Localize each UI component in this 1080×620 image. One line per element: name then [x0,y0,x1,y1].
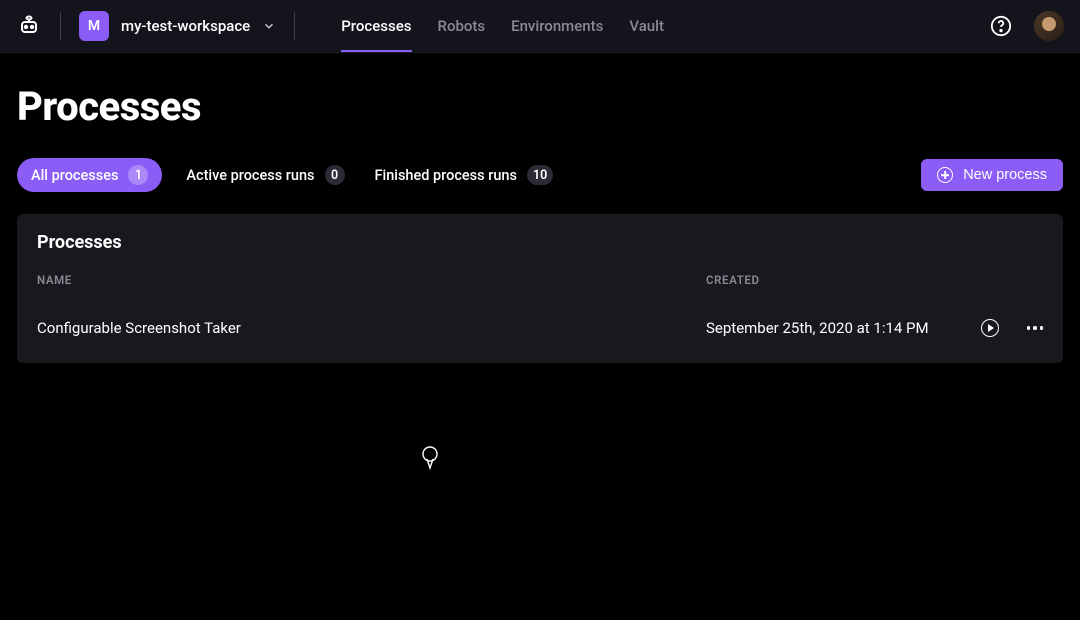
filter-count: 10 [527,165,553,185]
chevron-down-icon [262,19,276,33]
process-name: Configurable Screenshot Taker [37,319,706,337]
nav-item-environments[interactable]: Environments [511,0,603,52]
new-process-button[interactable]: New process [921,159,1063,191]
user-avatar[interactable] [1034,11,1064,41]
more-icon[interactable] [1027,326,1044,330]
process-created: September 25th, 2020 at 1:14 PM [706,319,981,337]
filter-count: 1 [128,165,148,185]
workspace-badge: M [79,11,109,41]
filter-label: Active process runs [186,167,314,184]
filter-finished-runs[interactable]: Finished process runs 10 [369,158,560,192]
divider [60,12,61,40]
processes-panel: Processes NAME CREATED Configurable Scre… [17,214,1063,363]
filter-row: All processes 1 Active process runs 0 Fi… [17,158,1063,192]
plus-circle-icon [937,167,953,183]
divider [294,12,295,40]
filter-count: 0 [325,165,345,185]
table-header: NAME CREATED [37,273,1043,287]
run-icon[interactable] [981,319,999,337]
row-actions [981,319,1044,337]
column-header-created: CREATED [706,273,1043,287]
filter-label: Finished process runs [375,167,517,184]
nav-item-robots[interactable]: Robots [438,0,486,52]
help-icon[interactable] [990,15,1012,37]
filter-active-runs[interactable]: Active process runs 0 [180,158,350,192]
mouse-cursor-icon [420,446,440,470]
nav-item-vault[interactable]: Vault [629,0,664,52]
top-bar: M my-test-workspace Processes Robots Env… [0,0,1080,53]
filter-all-processes[interactable]: All processes 1 [17,158,162,192]
workspace-name: my-test-workspace [121,17,250,35]
nav-item-processes[interactable]: Processes [341,0,411,52]
main-nav: Processes Robots Environments Vault [341,0,664,52]
table-row[interactable]: Configurable Screenshot Taker September … [37,305,1043,351]
filter-label: All processes [31,167,118,184]
page-title: Processes [17,83,1063,130]
app-logo-icon[interactable] [16,13,42,39]
panel-title: Processes [37,232,1043,253]
column-header-name: NAME [37,273,706,287]
workspace-switcher[interactable]: M my-test-workspace [79,11,276,41]
new-process-label: New process [963,167,1047,183]
